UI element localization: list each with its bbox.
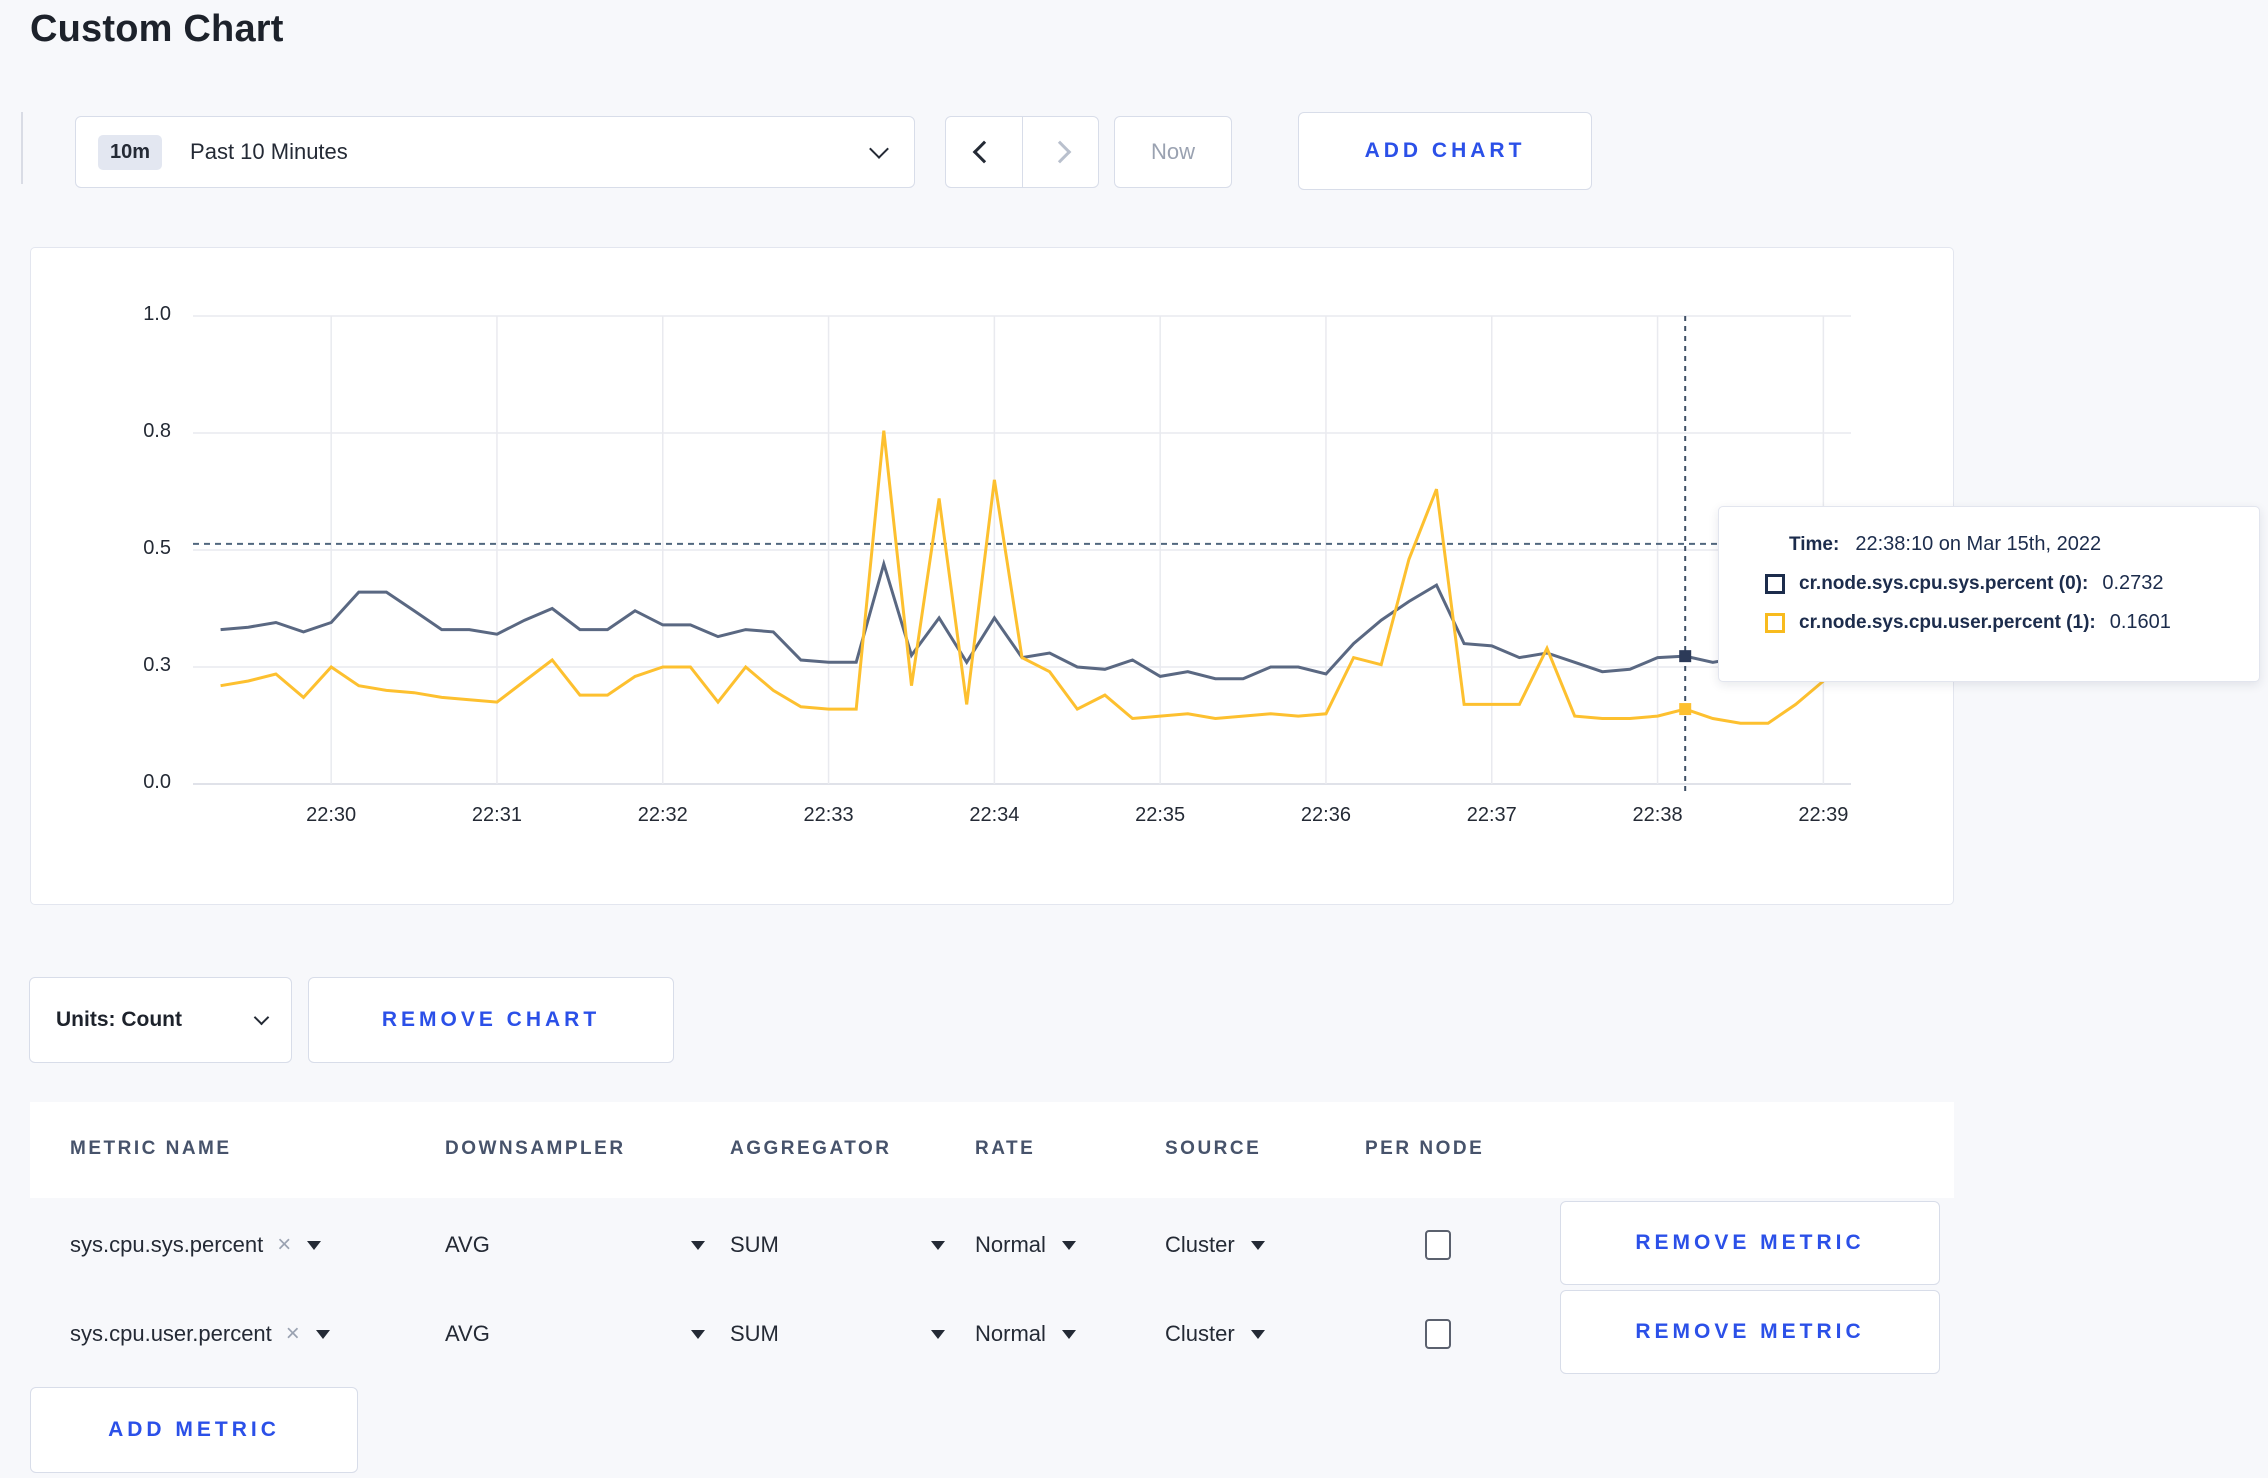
time-step-group bbox=[945, 116, 1099, 188]
time-range-dropdown[interactable]: 10m Past 10 Minutes bbox=[75, 116, 915, 188]
tooltip-series-name: cr.node.sys.cpu.sys.percent (0): bbox=[1799, 572, 2089, 594]
downsampler-select[interactable]: AVG bbox=[445, 1321, 705, 1347]
remove-metric-x-icon[interactable]: × bbox=[277, 1231, 291, 1259]
rate-select[interactable]: Normal bbox=[975, 1321, 1076, 1347]
x-axis-tick-label: 22:38 bbox=[1632, 804, 1683, 826]
rate-value: Normal bbox=[975, 1232, 1046, 1257]
x-axis-tick-label: 22:33 bbox=[803, 804, 854, 826]
x-axis-tick-label: 22:35 bbox=[1135, 804, 1186, 826]
x-axis-tick-label: 22:37 bbox=[1466, 804, 1517, 826]
col-header-rate: RATE bbox=[975, 1138, 1036, 1159]
remove-metric-button[interactable]: REMOVE METRIC bbox=[1560, 1201, 1940, 1285]
caret-down-icon bbox=[1250, 1329, 1265, 1339]
col-header-source: SOURCE bbox=[1165, 1138, 1262, 1159]
caret-down-icon bbox=[691, 1329, 705, 1339]
downsampler-value: AVG bbox=[445, 1232, 490, 1257]
highlighted-point bbox=[1679, 703, 1692, 716]
metric-row: sys.cpu.user.percent × AVG SUM Normal Cl… bbox=[30, 1290, 1954, 1378]
aggregator-value: SUM bbox=[730, 1321, 779, 1346]
metric-name[interactable]: sys.cpu.user.percent bbox=[70, 1321, 272, 1347]
rate-select[interactable]: Normal bbox=[975, 1232, 1076, 1258]
add-chart-button[interactable]: ADD CHART bbox=[1298, 112, 1592, 190]
col-header-per-node: PER NODE bbox=[1365, 1138, 1485, 1159]
caret-down-icon bbox=[931, 1329, 945, 1339]
now-button[interactable]: Now bbox=[1114, 116, 1232, 188]
chevron-down-icon bbox=[253, 1009, 270, 1025]
tooltip-time-label: Time: bbox=[1789, 533, 1840, 555]
source-select[interactable]: Cluster bbox=[1165, 1232, 1265, 1258]
y-axis-tick-label: 0.0 bbox=[143, 771, 171, 793]
caret-down-icon bbox=[1061, 1240, 1076, 1250]
remove-chart-button[interactable]: REMOVE CHART bbox=[308, 977, 674, 1063]
metric-name[interactable]: sys.cpu.sys.percent bbox=[70, 1232, 263, 1258]
tooltip-series-value: 0.2732 bbox=[2102, 572, 2164, 594]
chevron-down-icon bbox=[869, 139, 889, 159]
source-value: Cluster bbox=[1165, 1321, 1235, 1346]
units-dropdown[interactable]: Units: Count bbox=[29, 977, 292, 1063]
x-axis-tick-label: 22:36 bbox=[1300, 804, 1351, 826]
col-header-aggregator: AGGREGATOR bbox=[730, 1138, 892, 1159]
y-axis-tick-label: 0.3 bbox=[143, 654, 171, 676]
remove-metric-button[interactable]: REMOVE METRIC bbox=[1560, 1290, 1940, 1374]
col-header-downsampler: DOWNSAMPLER bbox=[445, 1138, 626, 1159]
tooltip-series-name: cr.node.sys.cpu.user.percent (1): bbox=[1799, 611, 2096, 633]
caret-down-icon[interactable] bbox=[307, 1240, 322, 1250]
aggregator-value: SUM bbox=[730, 1232, 779, 1257]
caret-down-icon bbox=[931, 1240, 945, 1250]
source-value: Cluster bbox=[1165, 1232, 1235, 1257]
per-node-checkbox[interactable] bbox=[1425, 1319, 1451, 1349]
col-header-metric-name: METRIC NAME bbox=[70, 1138, 232, 1159]
chevron-right-icon bbox=[1048, 140, 1072, 164]
tooltip-time-value: 22:38:10 on Mar 15th, 2022 bbox=[1855, 533, 2102, 555]
x-axis-tick-label: 22:39 bbox=[1798, 804, 1849, 826]
metric-row: sys.cpu.sys.percent × AVG SUM Normal Clu… bbox=[30, 1201, 1954, 1289]
caret-down-icon bbox=[1250, 1240, 1265, 1250]
series-line-0 bbox=[220, 558, 1852, 681]
per-node-checkbox[interactable] bbox=[1425, 1230, 1451, 1260]
downsampler-select[interactable]: AVG bbox=[445, 1232, 705, 1258]
y-axis-tick-label: 1.0 bbox=[143, 303, 171, 325]
metrics-table-header: METRIC NAME DOWNSAMPLER AGGREGATOR RATE … bbox=[30, 1102, 1954, 1198]
caret-down-icon bbox=[1061, 1329, 1076, 1339]
source-select[interactable]: Cluster bbox=[1165, 1321, 1265, 1347]
x-axis-tick-label: 22:32 bbox=[637, 804, 688, 826]
add-metric-button[interactable]: ADD METRIC bbox=[30, 1387, 358, 1473]
page-title: Custom Chart bbox=[30, 8, 284, 50]
series-line-1 bbox=[220, 430, 1852, 725]
series-sys-swatch-icon bbox=[1765, 573, 1785, 594]
caret-down-icon[interactable] bbox=[315, 1329, 330, 1339]
units-label: Units: Count bbox=[56, 1008, 182, 1031]
rate-value: Normal bbox=[975, 1321, 1046, 1346]
toolbar-divider bbox=[21, 112, 23, 184]
x-axis-tick-label: 22:30 bbox=[306, 804, 357, 826]
series-user-swatch-icon bbox=[1765, 612, 1785, 633]
chart-tooltip: Time: 22:38:10 on Mar 15th, 2022 cr.node… bbox=[1718, 506, 2260, 682]
caret-down-icon bbox=[691, 1240, 705, 1250]
time-range-badge: 10m bbox=[98, 134, 163, 170]
aggregator-select[interactable]: SUM bbox=[730, 1232, 945, 1258]
downsampler-value: AVG bbox=[445, 1321, 490, 1346]
time-range-label: Past 10 Minutes bbox=[190, 139, 348, 164]
prev-time-button[interactable] bbox=[946, 117, 1022, 187]
chevron-left-icon bbox=[972, 140, 996, 164]
y-axis-tick-label: 0.8 bbox=[143, 420, 171, 442]
highlighted-point bbox=[1679, 650, 1692, 663]
chart-card: 0.0 0.3 0.5 0.8 1.0 22:30 22:31 22:32 22:33 22:3… bbox=[30, 247, 1954, 905]
remove-metric-x-icon[interactable]: × bbox=[286, 1320, 300, 1348]
next-time-button[interactable] bbox=[1021, 117, 1099, 187]
x-axis-tick-label: 22:34 bbox=[969, 804, 1020, 826]
y-axis-tick-label: 0.5 bbox=[143, 537, 171, 559]
aggregator-select[interactable]: SUM bbox=[730, 1321, 945, 1347]
x-axis-tick-label: 22:31 bbox=[471, 804, 522, 826]
tooltip-series-value: 0.1601 bbox=[2109, 611, 2171, 633]
